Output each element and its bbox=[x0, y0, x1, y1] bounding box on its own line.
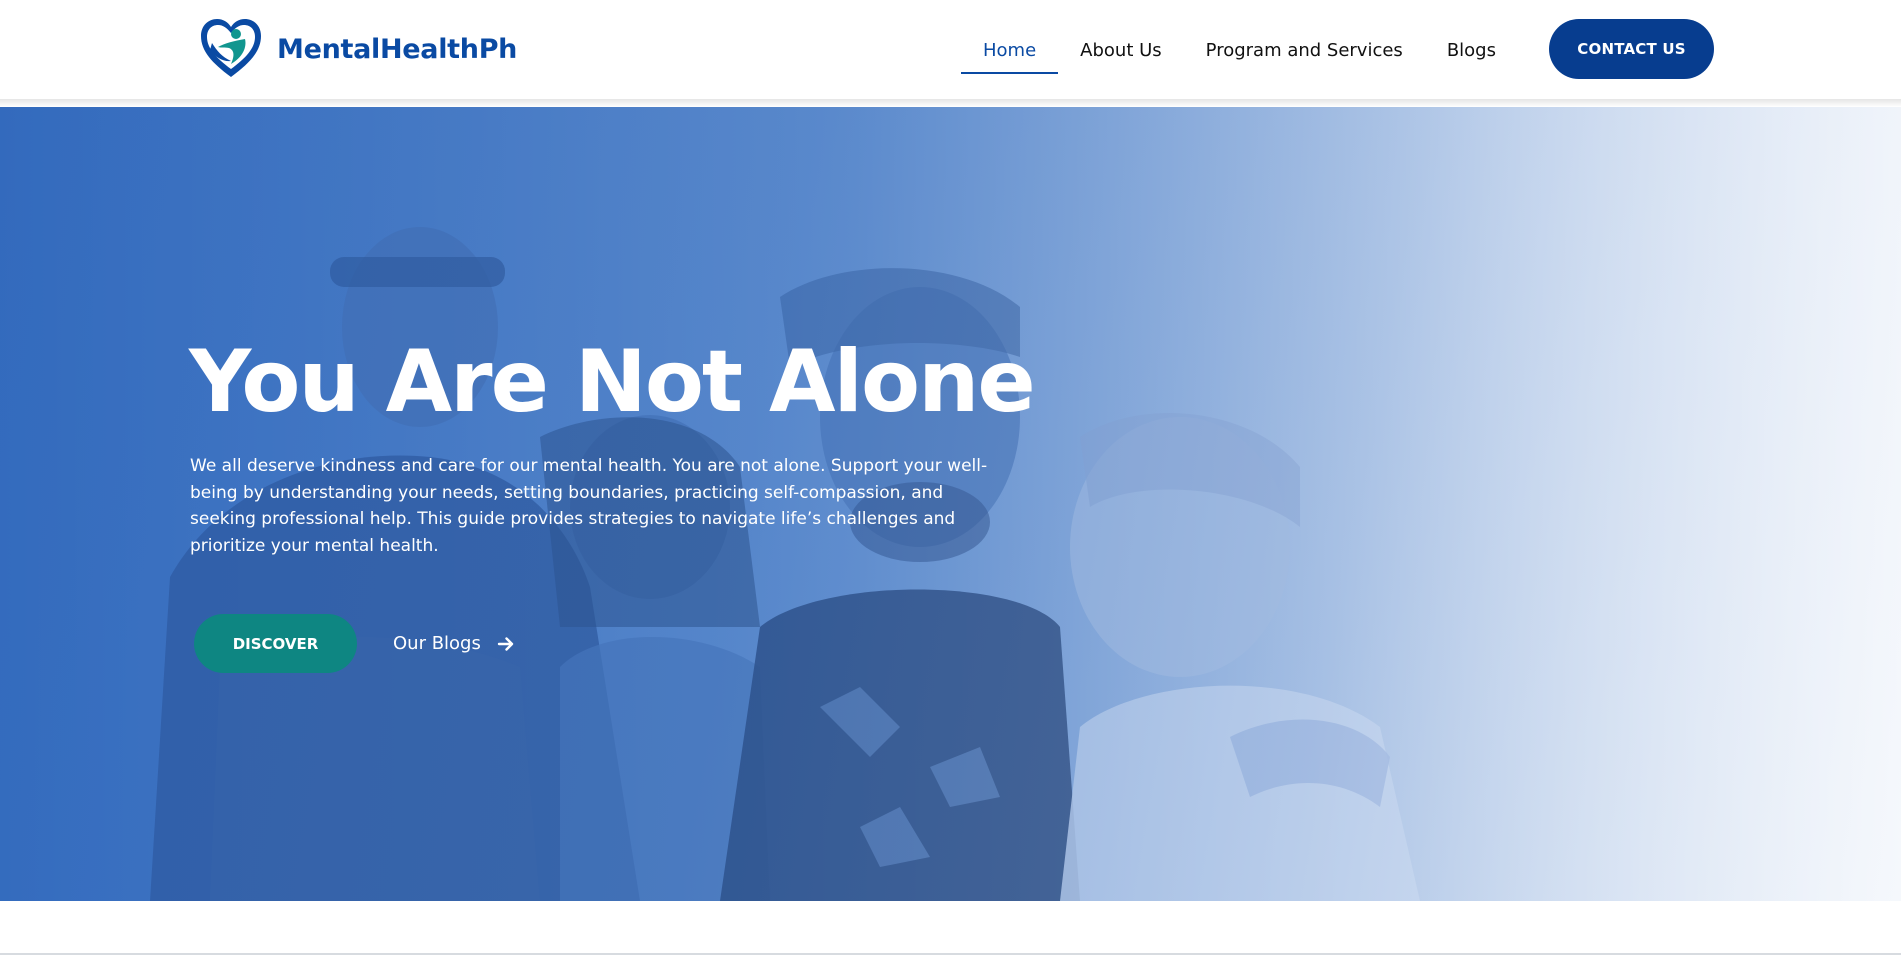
header-shadow bbox=[0, 99, 1901, 107]
hero-title: You Are Not Alone bbox=[189, 332, 1036, 432]
contact-us-button[interactable]: CONTACT US bbox=[1549, 19, 1714, 79]
page-continuation bbox=[0, 901, 1901, 955]
brand-name: MentalHealthPh bbox=[277, 33, 518, 65]
nav-item-home[interactable]: Home bbox=[961, 0, 1059, 101]
our-blogs-label: Our Blogs bbox=[393, 633, 481, 654]
main-navigation: Home About Us Program and Services Blogs bbox=[961, 0, 1518, 101]
arrow-right-icon bbox=[497, 636, 514, 651]
nav-item-blogs[interactable]: Blogs bbox=[1425, 0, 1518, 101]
heart-person-logo-icon bbox=[201, 19, 261, 77]
hero-section: You Are Not Alone We all deserve kindnes… bbox=[0, 107, 1901, 901]
hero-description: We all deserve kindness and care for our… bbox=[190, 456, 988, 556]
our-blogs-link[interactable]: Our Blogs bbox=[393, 614, 515, 673]
discover-button[interactable]: DISCOVER bbox=[194, 614, 357, 673]
brand-link[interactable]: MentalHealthPh bbox=[198, 17, 517, 81]
site-header: MentalHealthPh Home About Us Program and… bbox=[0, 0, 1901, 101]
nav-item-about-us[interactable]: About Us bbox=[1058, 0, 1184, 101]
nav-item-program-and-services[interactable]: Program and Services bbox=[1184, 0, 1425, 101]
